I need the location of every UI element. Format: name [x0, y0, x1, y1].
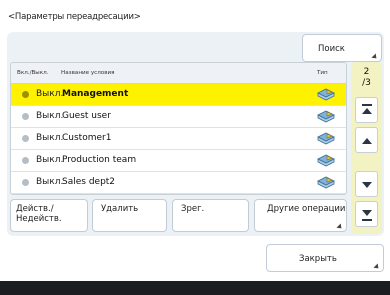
- row-condition-name: Production team: [62, 155, 137, 165]
- header-on-off: Вкл./Выкл.: [17, 70, 49, 76]
- row-condition-name: Sales dept2: [62, 177, 116, 187]
- double-up-icon: [362, 108, 372, 114]
- status-indicator-icon: [22, 91, 29, 98]
- row-status: Выкл.: [36, 111, 64, 121]
- delete-button[interactable]: Удалить: [92, 199, 167, 232]
- folder-forward-icon: [316, 109, 336, 127]
- status-indicator-icon: [22, 179, 29, 186]
- submenu-arrow-icon: [371, 53, 379, 61]
- page-indicator: 2 /3: [351, 67, 382, 89]
- folder-forward-icon: [316, 131, 336, 149]
- page-title: <Параметры переадресации>: [8, 12, 141, 22]
- list-item[interactable]: Выкл. Customer1: [11, 128, 346, 150]
- list-header: Вкл./Выкл. Название условия Тип: [11, 63, 346, 84]
- row-condition-name: Customer1: [62, 133, 112, 143]
- toggle-active-button[interactable]: Действ./ Недейств.: [10, 199, 88, 232]
- close-button[interactable]: Закрыть: [266, 244, 384, 272]
- row-status: Выкл.: [36, 155, 64, 165]
- double-down-icon: [362, 210, 372, 216]
- row-status: Выкл.: [36, 133, 64, 143]
- scroll-to-bottom-button[interactable]: [355, 201, 378, 227]
- scroll-up-button[interactable]: [355, 127, 378, 153]
- submenu-arrow-icon: [373, 263, 381, 271]
- search-button[interactable]: Поиск: [302, 34, 382, 62]
- list-item[interactable]: Выкл. Management: [11, 84, 346, 106]
- list-item[interactable]: Выкл. Production team: [11, 150, 346, 172]
- header-type: Тип: [317, 70, 328, 76]
- search-button-label: Поиск: [318, 44, 345, 54]
- pager-panel: 2 /3: [351, 62, 382, 234]
- status-indicator-icon: [22, 113, 29, 120]
- action-buttons: Действ./ Недейств. Удалить Зрег. Другие …: [10, 199, 347, 232]
- bottom-bar-icon: [362, 219, 372, 221]
- other-operations-button[interactable]: Другие операции: [254, 199, 347, 232]
- down-arrow-icon: [362, 182, 372, 188]
- scroll-to-top-button[interactable]: [355, 97, 378, 123]
- forwarding-conditions-list: Вкл./Выкл. Название условия Тип Выкл. Man…: [10, 62, 347, 195]
- row-condition-name: Guest user: [62, 111, 111, 121]
- row-status: Выкл.: [36, 89, 64, 99]
- up-arrow-icon: [362, 138, 372, 144]
- row-condition-name: Management: [62, 89, 129, 99]
- folder-forward-icon: [316, 175, 336, 193]
- row-status: Выкл.: [36, 177, 64, 187]
- footer-bar: [0, 281, 390, 295]
- page-current: 2: [363, 67, 370, 77]
- close-button-label: Закрыть: [299, 254, 337, 264]
- status-indicator-icon: [22, 135, 29, 142]
- status-indicator-icon: [22, 157, 29, 164]
- header-condition-name: Название условия: [61, 70, 115, 76]
- page-total: /3: [362, 78, 371, 88]
- folder-forward-icon: [316, 153, 336, 171]
- folder-forward-icon: [316, 87, 336, 105]
- submenu-arrow-icon: [336, 223, 344, 231]
- scroll-down-button[interactable]: [355, 171, 378, 197]
- register-button[interactable]: Зрег.: [172, 199, 249, 232]
- top-bar-icon: [362, 104, 372, 106]
- list-item[interactable]: Выкл. Sales dept2: [11, 172, 346, 194]
- other-operations-label: Другие операции: [267, 204, 346, 214]
- list-item[interactable]: Выкл. Guest user: [11, 106, 346, 128]
